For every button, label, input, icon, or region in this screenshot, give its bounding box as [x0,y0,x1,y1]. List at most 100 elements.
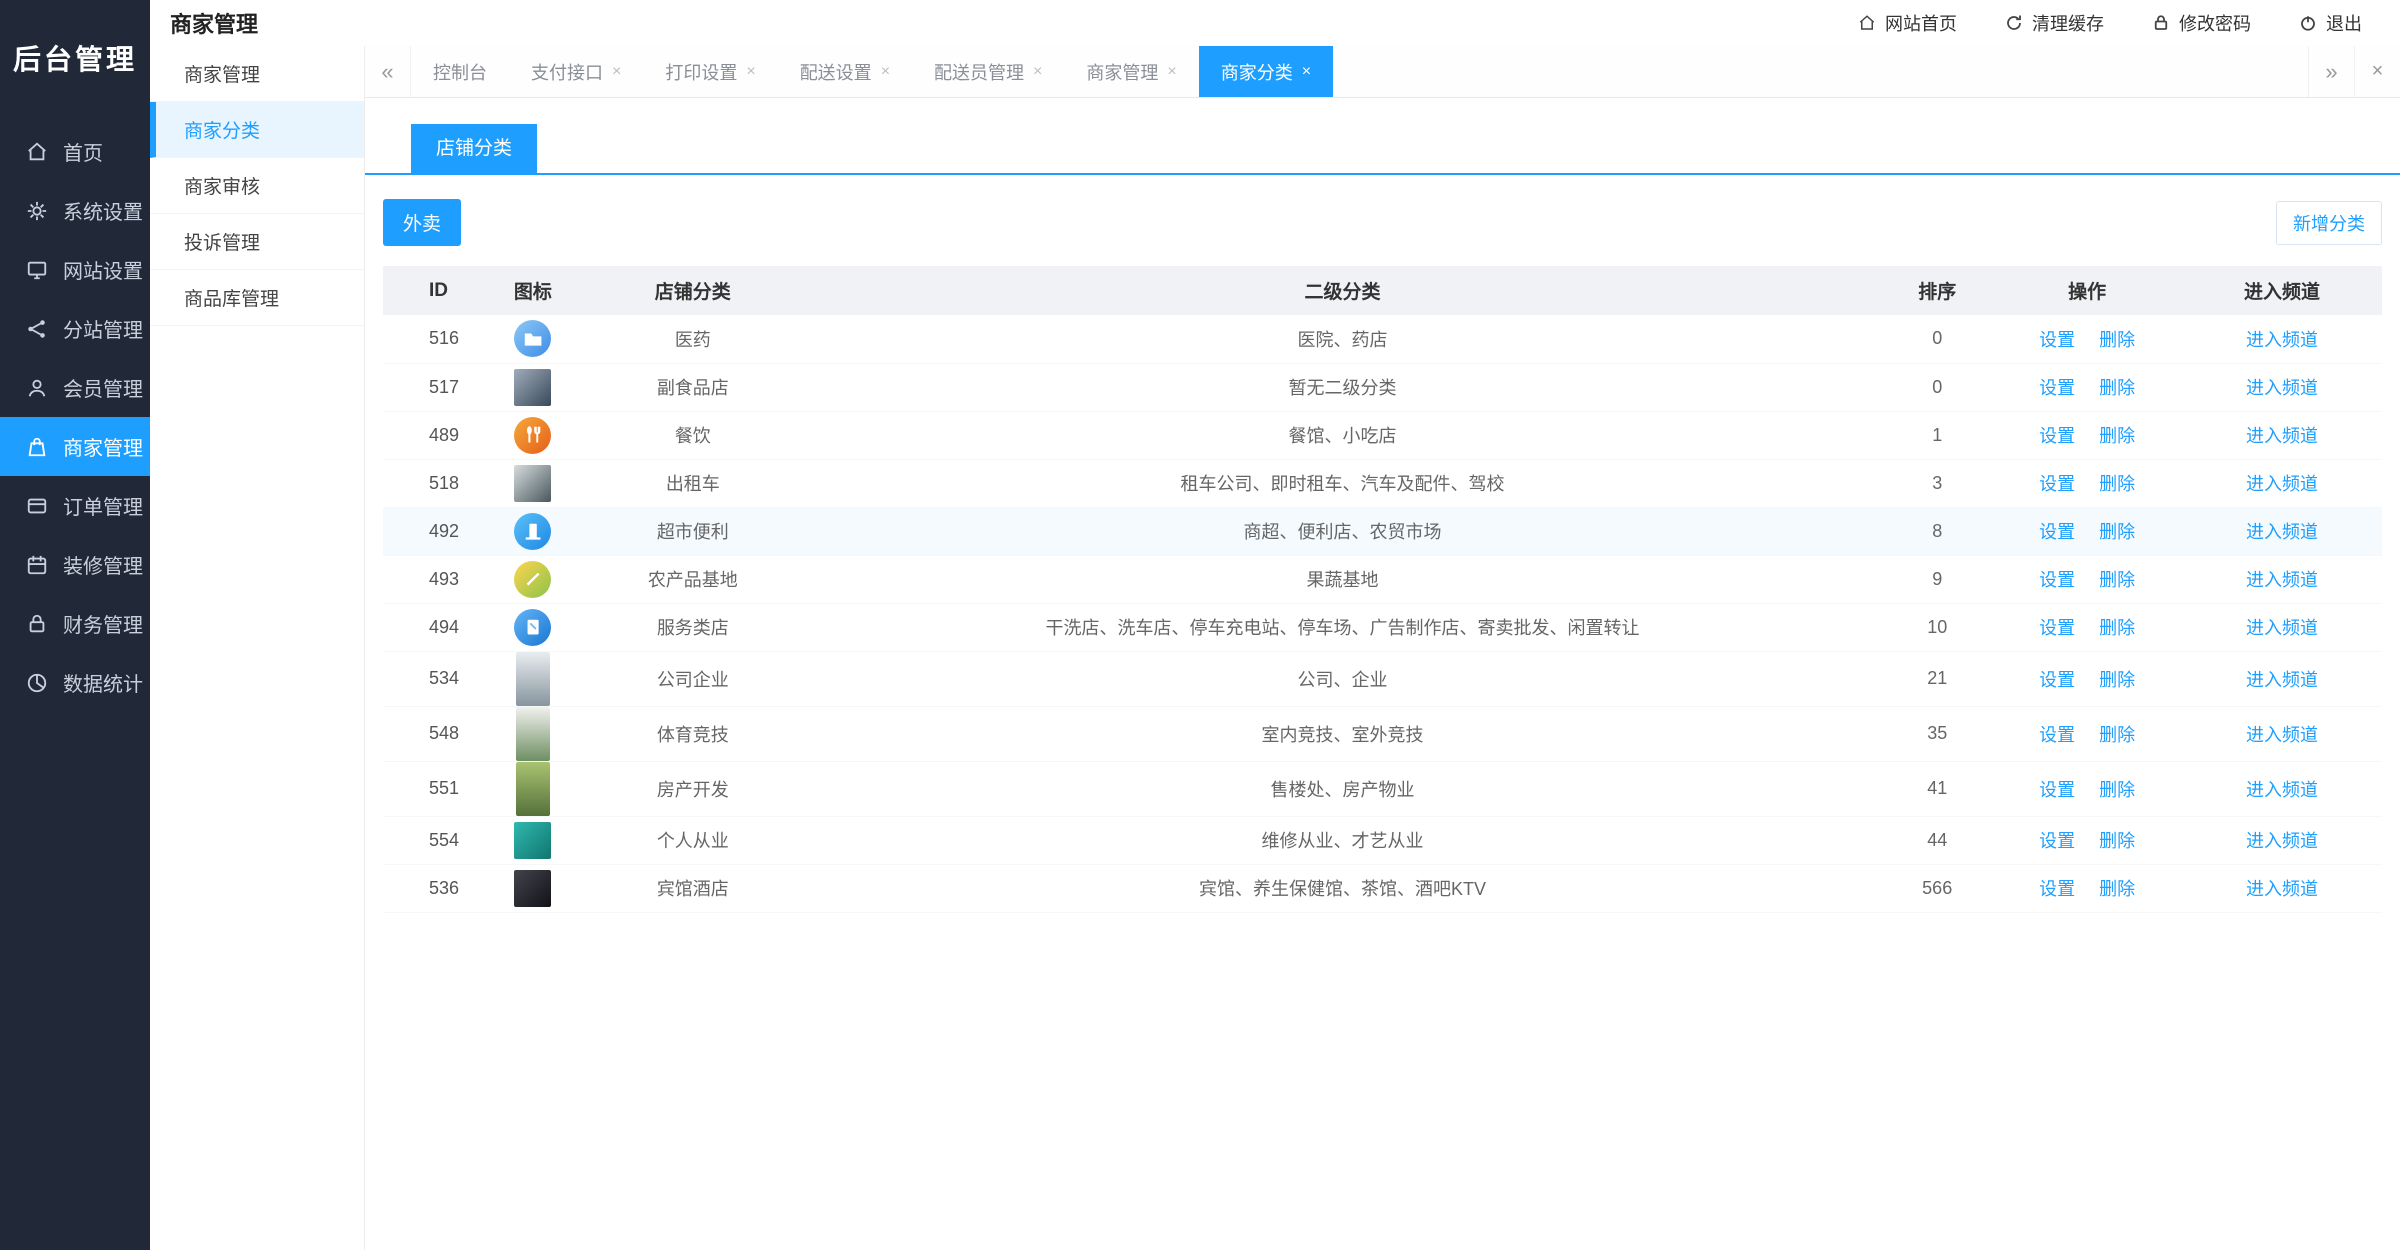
settings-link[interactable]: 设置 [2039,378,2075,398]
submenu-item-商家管理[interactable]: 商家管理 [150,46,364,102]
branch-icon [26,318,48,340]
topbar-link-清理缓存[interactable]: 清理缓存 [2005,10,2104,36]
settings-link[interactable]: 设置 [2039,831,2075,851]
submenu-item-投诉管理[interactable]: 投诉管理 [150,214,364,270]
tab-商家分类[interactable]: 商家分类 × [1199,46,1333,97]
settings-link[interactable]: 设置 [2039,426,2075,446]
topbar-link-退出[interactable]: 退出 [2299,10,2362,36]
category-id: 493 [383,555,483,603]
tab-close-icon[interactable]: × [881,63,890,81]
settings-link[interactable]: 设置 [2039,522,2075,542]
enter-channel-link[interactable]: 进入频道 [2246,780,2318,800]
sidebar-item-财务管理[interactable]: 财务管理 [0,594,150,653]
tab-支付接口[interactable]: 支付接口 × [509,46,643,97]
sidebar-item-label: 商家管理 [63,432,143,461]
delete-link[interactable]: 删除 [2099,780,2135,800]
tab-控制台[interactable]: 控制台 [411,46,509,97]
column-header-二级分类: 二级分类 [803,266,1882,315]
table-row: 548体育竞技室内竞技、室外竞技35设置删除进入频道 [383,706,2382,761]
submenu-item-商家审核[interactable]: 商家审核 [150,158,364,214]
secondary-categories: 商超、便利店、农贸市场 [803,507,1882,555]
category-icon-cell [483,706,583,761]
topbar-link-网站首页[interactable]: 网站首页 [1858,10,1957,36]
tab-配送设置[interactable]: 配送设置× [778,46,912,97]
settings-link[interactable]: 设置 [2039,474,2075,494]
enter-channel-link[interactable]: 进入频道 [2246,570,2318,590]
settings-link[interactable]: 设置 [2039,725,2075,745]
enter-channel-link[interactable]: 进入频道 [2246,474,2318,494]
sort-value: 1 [1882,411,1992,459]
enter-channel-link[interactable]: 进入频道 [2246,879,2318,899]
operations-cell: 设置 删除 [1992,816,2182,864]
secondary-categories: 维修从业、才艺从业 [803,816,1882,864]
sidebar-item-首页[interactable]: 首页 [0,122,150,181]
subtab-strip: 店铺分类 [365,124,2400,175]
delete-link[interactable]: 删除 [2099,330,2135,350]
category-photo-icon [516,762,550,816]
tab-配送员管理[interactable]: 配送员管理× [912,46,1064,97]
category-icon-cell [483,315,583,363]
tab-label: 商家管理 [1086,59,1158,85]
enter-channel-link[interactable]: 进入频道 [2246,831,2318,851]
sidebar-item-label: 订单管理 [63,491,143,520]
subtab-store-category[interactable]: 店铺分类 [411,124,537,173]
sidebar-item-数据统计[interactable]: 数据统计 [0,653,150,712]
sidebar-item-订单管理[interactable]: 订单管理 [0,476,150,535]
delete-link[interactable]: 删除 [2099,725,2135,745]
settings-link[interactable]: 设置 [2039,618,2075,638]
category-name: 体育竞技 [583,706,803,761]
delete-link[interactable]: 删除 [2099,426,2135,446]
sidebar-item-商家管理[interactable]: 商家管理 [0,417,150,476]
tab-close-icon[interactable]: × [1302,63,1311,81]
enter-channel-link[interactable]: 进入频道 [2246,378,2318,398]
tab-打印设置[interactable]: 打印设置× [643,46,777,97]
enter-channel-link[interactable]: 进入频道 [2246,522,2318,542]
delete-link[interactable]: 删除 [2099,831,2135,851]
tabs-scroll-left-icon[interactable]: « [365,46,411,97]
delete-link[interactable]: 删除 [2099,522,2135,542]
enter-channel-link[interactable]: 进入频道 [2246,618,2318,638]
tab-商家管理[interactable]: 商家管理 × [1064,46,1198,97]
add-category-button[interactable]: 新增分类 [2276,201,2382,245]
takeout-filter-button[interactable]: 外卖 [383,199,461,246]
enter-channel-link[interactable]: 进入频道 [2246,670,2318,690]
tab-label: 支付接口 [531,59,603,85]
enter-channel-link[interactable]: 进入频道 [2246,330,2318,350]
tab-close-icon[interactable]: × [1167,63,1176,81]
sidebar-item-系统设置[interactable]: 系统设置 [0,181,150,240]
enter-channel-link[interactable]: 进入频道 [2246,426,2318,446]
sort-value: 0 [1882,363,1992,411]
submenu-item-商家分类[interactable]: 商家分类 [150,102,364,158]
sidebar-item-装修管理[interactable]: 装修管理 [0,535,150,594]
delete-link[interactable]: 删除 [2099,879,2135,899]
enter-channel-link[interactable]: 进入频道 [2246,725,2318,745]
delete-link[interactable]: 删除 [2099,670,2135,690]
tab-close-icon[interactable]: × [1033,63,1042,81]
sidebar-item-分站管理[interactable]: 分站管理 [0,299,150,358]
sidebar-item-会员管理[interactable]: 会员管理 [0,358,150,417]
submenu-item-label: 商家管理 [184,60,260,87]
tab-label: 商家分类 [1221,59,1293,85]
delete-link[interactable]: 删除 [2099,570,2135,590]
body-row: 商家管理商家分类商家审核投诉管理商品库管理 « 控制台支付接口×打印设置×配送设… [150,46,2400,1250]
settings-link[interactable]: 设置 [2039,570,2075,590]
stats-icon [26,672,48,694]
channel-cell: 进入频道 [2182,651,2382,706]
tab-close-icon[interactable]: × [612,63,621,81]
category-photo-icon [514,369,551,406]
delete-link[interactable]: 删除 [2099,618,2135,638]
submenu-item-商品库管理[interactable]: 商品库管理 [150,270,364,326]
settings-link[interactable]: 设置 [2039,780,2075,800]
settings-link[interactable]: 设置 [2039,879,2075,899]
delete-link[interactable]: 删除 [2099,378,2135,398]
sidebar-item-网站设置[interactable]: 网站设置 [0,240,150,299]
settings-link[interactable]: 设置 [2039,670,2075,690]
admin-app: 后台管理 首页系统设置网站设置分站管理会员管理商家管理订单管理装修管理财务管理数… [0,0,2400,1250]
tabs-scroll-right-icon[interactable]: » [2308,46,2354,97]
tabs-close-all-icon[interactable]: × [2354,46,2400,97]
settings-link[interactable]: 设置 [2039,330,2075,350]
delete-link[interactable]: 删除 [2099,474,2135,494]
tab-close-icon[interactable]: × [746,63,755,81]
topbar-link-修改密码[interactable]: 修改密码 [2152,10,2251,36]
open-tabs: 控制台支付接口×打印设置×配送设置×配送员管理×商家管理×商家分类× [411,46,1333,97]
